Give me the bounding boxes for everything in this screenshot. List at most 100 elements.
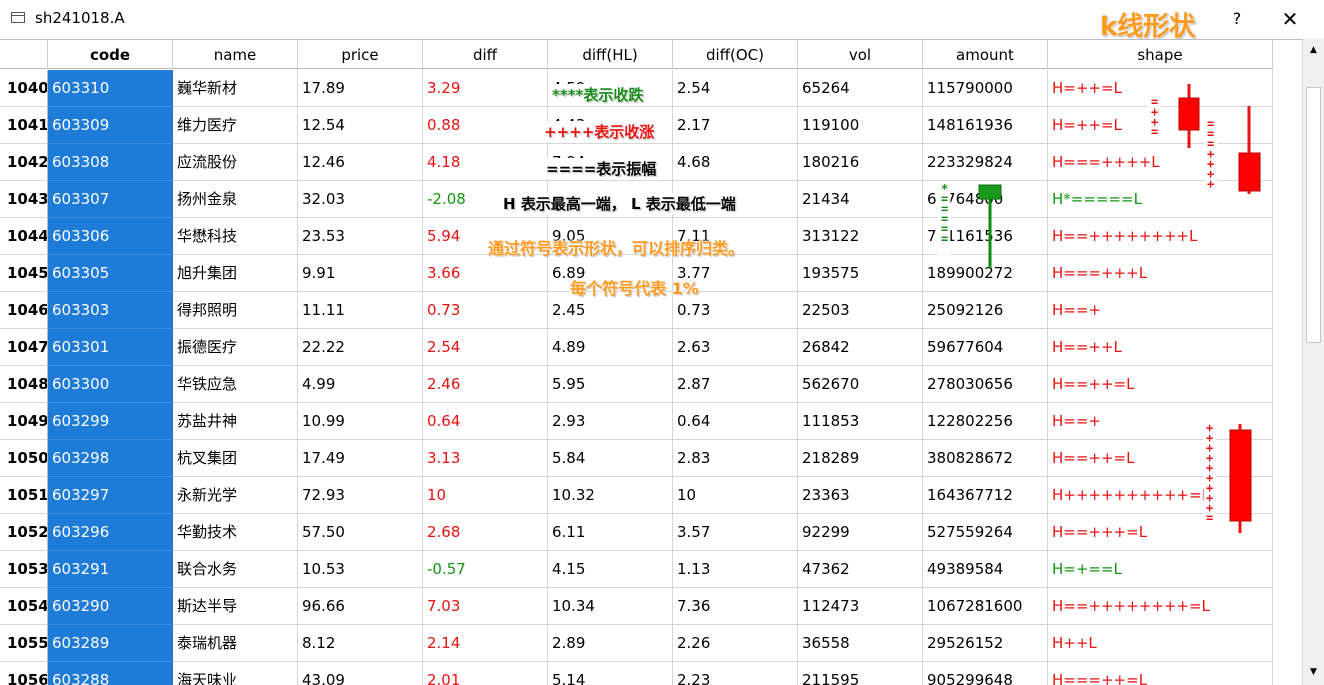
column-header-diffoc[interactable]: diff(OC) [673, 40, 798, 69]
cell-diffoc[interactable]: 10 [673, 477, 798, 514]
cell-diffoc[interactable]: 4.68 [673, 144, 798, 181]
cell-amount[interactable]: 1067281600 [923, 588, 1048, 625]
cell-amount[interactable]: 59677604 [923, 329, 1048, 366]
row-number[interactable]: 1054 [0, 588, 48, 625]
cell-diff[interactable]: 0.64 [423, 403, 548, 440]
cell-amount[interactable]: 164367712 [923, 477, 1048, 514]
cell-code[interactable]: 603301 [48, 329, 173, 366]
row-number[interactable]: 1043 [0, 181, 48, 218]
cell-shape[interactable]: H*=====L [1048, 181, 1273, 218]
row-number[interactable]: 1041 [0, 107, 48, 144]
cell-price[interactable]: 57.50 [298, 514, 423, 551]
cell-vol[interactable]: 65264 [798, 70, 923, 107]
scroll-thumb[interactable] [1306, 87, 1321, 343]
cell-diffhl[interactable]: 6.11 [548, 514, 673, 551]
cell-shape[interactable]: H==+++=L [1048, 514, 1273, 551]
cell-amount[interactable]: 148161936 [923, 107, 1048, 144]
cell-shape[interactable]: H===++=L [1048, 662, 1273, 685]
cell-price[interactable]: 10.99 [298, 403, 423, 440]
table-row[interactable]: 1049 603299 苏盐井神 10.99 0.64 2.93 0.64 111853 122… [0, 403, 1302, 440]
cell-amount[interactable]: 905299648 [923, 662, 1048, 685]
table-row[interactable]: 1048 603300 华铁应急 4.99 2.46 5.95 2.87 562670 2780… [0, 366, 1302, 403]
cell-shape[interactable]: H==++L [1048, 329, 1273, 366]
cell-code[interactable]: 603309 [48, 107, 173, 144]
cell-diffoc[interactable]: 2.54 [673, 70, 798, 107]
row-number[interactable]: 1046 [0, 292, 48, 329]
cell-diffhl[interactable]: 5.95 [548, 366, 673, 403]
cell-diffoc[interactable]: 1.13 [673, 551, 798, 588]
cell-code[interactable]: 603291 [48, 551, 173, 588]
cell-shape[interactable]: H=++=L [1048, 70, 1273, 107]
column-header-amount[interactable]: amount [923, 40, 1048, 69]
cell-amount[interactable]: 122802256 [923, 403, 1048, 440]
cell-amount[interactable]: 115790000 [923, 70, 1048, 107]
cell-diffoc[interactable]: 2.23 [673, 662, 798, 685]
cell-price[interactable]: 17.49 [298, 440, 423, 477]
cell-price[interactable]: 43.09 [298, 662, 423, 685]
cell-amount[interactable]: 731161536 [923, 218, 1048, 255]
cell-diff[interactable]: 3.29 [423, 70, 548, 107]
cell-diff[interactable]: 0.88 [423, 107, 548, 144]
table-row[interactable]: 1051 603297 永新光学 72.93 10 10.32 10 23363 1643677… [0, 477, 1302, 514]
column-header-code[interactable]: code [48, 40, 173, 69]
cell-diff[interactable]: -0.57 [423, 551, 548, 588]
column-header-name[interactable]: name [173, 40, 298, 69]
header-corner[interactable] [0, 40, 48, 69]
cell-vol[interactable]: 211595 [798, 662, 923, 685]
cell-diff[interactable]: 2.54 [423, 329, 548, 366]
table-row[interactable]: 1053 603291 联合水务 10.53 -0.57 4.15 1.13 47362 493… [0, 551, 1302, 588]
cell-name[interactable]: 应流股份 [173, 144, 298, 181]
cell-diffhl[interactable]: 2.93 [548, 403, 673, 440]
row-number[interactable]: 1048 [0, 366, 48, 403]
row-number[interactable]: 1052 [0, 514, 48, 551]
cell-diff[interactable]: 7.03 [423, 588, 548, 625]
cell-vol[interactable]: 180216 [798, 144, 923, 181]
row-number[interactable]: 1053 [0, 551, 48, 588]
cell-code[interactable]: 603306 [48, 218, 173, 255]
cell-name[interactable]: 得邦照明 [173, 292, 298, 329]
cell-diff[interactable]: 2.14 [423, 625, 548, 662]
cell-name[interactable]: 联合水务 [173, 551, 298, 588]
cell-code[interactable]: 603289 [48, 625, 173, 662]
cell-name[interactable]: 巍华新材 [173, 70, 298, 107]
cell-diff[interactable]: 0.73 [423, 292, 548, 329]
table-row[interactable]: 1055 603289 泰瑞机器 8.12 2.14 2.89 2.26 36558 29526… [0, 625, 1302, 662]
cell-price[interactable]: 11.11 [298, 292, 423, 329]
cell-shape[interactable]: H=++=L [1048, 107, 1273, 144]
cell-name[interactable]: 华勤技术 [173, 514, 298, 551]
cell-name[interactable]: 华铁应急 [173, 366, 298, 403]
row-number[interactable]: 1045 [0, 255, 48, 292]
cell-shape[interactable]: H==++++++++=L [1048, 588, 1273, 625]
cell-vol[interactable]: 112473 [798, 588, 923, 625]
cell-diffhl[interactable]: 5.14 [548, 662, 673, 685]
cell-amount[interactable]: 49389584 [923, 551, 1048, 588]
cell-amount[interactable]: 223329824 [923, 144, 1048, 181]
cell-diff[interactable]: 10 [423, 477, 548, 514]
close-button[interactable]: ✕ [1275, 4, 1305, 34]
row-number[interactable]: 1042 [0, 144, 48, 181]
cell-shape[interactable]: H==+ [1048, 292, 1273, 329]
cell-code[interactable]: 603298 [48, 440, 173, 477]
cell-diffoc[interactable]: 2.63 [673, 329, 798, 366]
cell-code[interactable]: 603299 [48, 403, 173, 440]
cell-vol[interactable]: 562670 [798, 366, 923, 403]
column-header-vol[interactable]: vol [798, 40, 923, 69]
cell-shape[interactable]: H=+==L [1048, 551, 1273, 588]
cell-code[interactable]: 603296 [48, 514, 173, 551]
cell-diffhl[interactable]: 10.34 [548, 588, 673, 625]
cell-code[interactable]: 603305 [48, 255, 173, 292]
row-number[interactable]: 1055 [0, 625, 48, 662]
cell-code[interactable]: 603307 [48, 181, 173, 218]
cell-shape[interactable]: H==+ [1048, 403, 1273, 440]
cell-price[interactable]: 72.93 [298, 477, 423, 514]
cell-price[interactable]: 8.12 [298, 625, 423, 662]
cell-vol[interactable]: 26842 [798, 329, 923, 366]
cell-shape[interactable]: H==++++++++L [1048, 218, 1273, 255]
cell-vol[interactable]: 111853 [798, 403, 923, 440]
cell-price[interactable]: 9.91 [298, 255, 423, 292]
cell-code[interactable]: 603297 [48, 477, 173, 514]
column-header-price[interactable]: price [298, 40, 423, 69]
cell-amount[interactable]: 68764800 [923, 181, 1048, 218]
cell-diffoc[interactable]: 3.57 [673, 514, 798, 551]
table-row[interactable]: 1054 603290 斯达半导 96.66 7.03 10.34 7.36 112473 10… [0, 588, 1302, 625]
